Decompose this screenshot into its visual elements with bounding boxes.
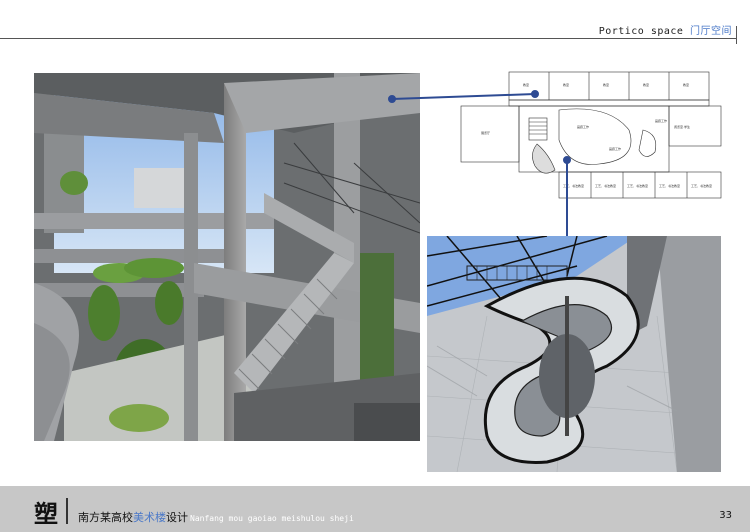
footer-project-title: 南方某高校美术楼设计 Nanfang mou gaoiao meishulou s… (78, 509, 354, 525)
footer-bar: 塑 南方某高校美术楼设计 Nanfang mou gaoiao meishulou… (0, 486, 750, 532)
footer-mark: 塑 (34, 499, 58, 528)
footer-pinyin: Nanfang mou gaoiao meishulou sheji (190, 514, 354, 523)
footer-title-plain: 南方某高校 (78, 511, 133, 524)
spiral-ramp-rendering (427, 236, 721, 472)
spiral-ramp-art (427, 236, 721, 472)
connector-dot-plan-bottom (563, 156, 571, 164)
footer-separator (66, 498, 68, 524)
page-number: 33 (719, 510, 732, 521)
connector-line-top (391, 93, 536, 100)
footer-title-tail: 设计 (166, 511, 188, 524)
connector-dot-left (388, 95, 396, 103)
footer-title-accent: 美术楼 (133, 511, 166, 524)
connector-dot-plan-top (531, 90, 539, 98)
